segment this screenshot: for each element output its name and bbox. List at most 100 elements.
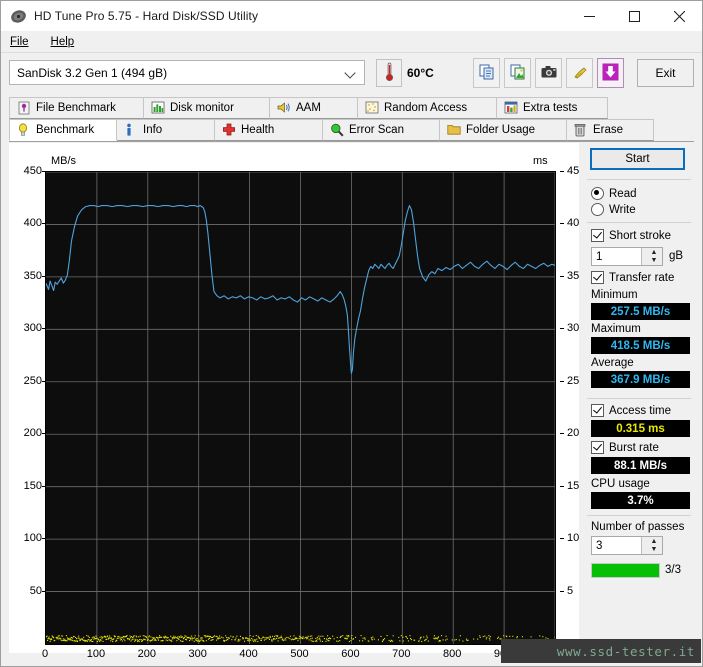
transfer-rate-checkbox [591, 271, 604, 284]
tab-random-access[interactable]: Random Access [357, 97, 497, 119]
copy-text-button[interactable] [473, 58, 500, 88]
radio-read[interactable]: Read [591, 187, 637, 200]
tab-disk-monitor-label: Disk monitor [170, 102, 234, 114]
x-tick-label: 600 [341, 648, 359, 660]
radio-write[interactable]: Write [591, 203, 636, 216]
menu-help[interactable]: Help [51, 36, 75, 48]
watermark: www.ssd-tester.it [501, 639, 701, 663]
spin-down-icon[interactable]: ▼ [646, 546, 662, 555]
temperature-value: 60°C [407, 66, 434, 80]
tab-erase-label: Erase [593, 124, 623, 136]
spin-up-icon[interactable]: ▲ [646, 537, 662, 546]
progress-text: 3/3 [665, 564, 681, 576]
hdtune-logo-icon [10, 8, 27, 25]
x-axis-ticks: 01002003004005006007008009001000mB [45, 648, 556, 664]
window-controls [567, 1, 702, 31]
exit-button[interactable]: Exit [637, 59, 694, 87]
clean-button[interactable] [566, 58, 593, 88]
tab-aam[interactable]: AAM [269, 97, 358, 119]
passes-stepper[interactable]: 3 ▲ ▼ [591, 536, 663, 555]
y2-tick-mark [560, 591, 564, 592]
tab-row-1: File Benchmark Disk monitor AAM Random A… [9, 97, 607, 119]
tab-folder-usage-label: Folder Usage [466, 124, 535, 136]
spin-up-icon[interactable]: ▲ [646, 248, 662, 257]
download-button[interactable] [597, 58, 624, 88]
x-tick-label: 0 [42, 648, 48, 660]
copy-image-button[interactable] [504, 58, 531, 88]
access-time-label: Access time [609, 405, 671, 417]
screenshot-button[interactable] [535, 58, 562, 88]
y2-tick-mark [560, 486, 564, 487]
y2-tick-mark [560, 538, 564, 539]
short-stroke-value: 1 [592, 251, 602, 263]
tab-erase[interactable]: Erase [566, 119, 654, 141]
hd-tune-window: HD Tune Pro 5.75 - Hard Disk/SSD Utility… [0, 0, 703, 667]
x-tick-label: 200 [138, 648, 156, 660]
y-tick-label: 150 [12, 480, 42, 492]
tab-error-scan[interactable]: Error Scan [322, 119, 440, 141]
x-tick-label: 400 [239, 648, 257, 660]
download-arrow-icon [602, 63, 619, 84]
y-tick-mark [42, 171, 46, 172]
close-button[interactable] [657, 1, 702, 31]
divider-2 [587, 222, 691, 223]
tab-extra-tests[interactable]: Extra tests [496, 97, 608, 119]
average-label: Average [591, 357, 634, 369]
y2-tick-mark [560, 328, 564, 329]
tab-benchmark-label: Benchmark [36, 124, 94, 136]
access-time-value: 0.315 ms [591, 420, 690, 437]
y-tick-label: 250 [12, 375, 42, 387]
start-button[interactable]: Start [590, 148, 685, 170]
tab-folder-usage[interactable]: Folder Usage [439, 119, 567, 141]
checkbox-access-time[interactable]: Access time [591, 404, 671, 417]
folder-icon [447, 123, 461, 137]
maximum-label: Maximum [591, 323, 641, 335]
exit-button-label: Exit [655, 66, 675, 80]
y-tick-label: 300 [12, 322, 42, 334]
drive-select[interactable]: SanDisk 3.2 Gen 1 (494 gB) [9, 60, 365, 85]
cpu-usage-label: CPU usage [591, 478, 650, 490]
y-tick-mark [42, 538, 46, 539]
minimize-button[interactable] [567, 1, 612, 31]
tab-info[interactable]: Info [116, 119, 215, 141]
tab-health-label: Health [241, 124, 274, 136]
short-stroke-spin-buttons[interactable]: ▲ ▼ [641, 248, 662, 265]
health-cross-icon [222, 123, 236, 137]
minimum-value: 257.5 MB/s [591, 303, 690, 320]
extra-tests-icon [504, 101, 518, 115]
tab-underline [9, 141, 694, 142]
maximize-button[interactable] [612, 1, 657, 31]
transfer-rate-curve [46, 172, 555, 644]
y-tick-mark [42, 486, 46, 487]
radio-write-label: Write [609, 204, 636, 216]
short-stroke-label: Short stroke [609, 230, 671, 242]
checkbox-transfer-rate[interactable]: Transfer rate [591, 271, 674, 284]
tab-health[interactable]: Health [214, 119, 323, 141]
y2-tick-mark [560, 433, 564, 434]
short-stroke-stepper[interactable]: 1 ▲ ▼ [591, 247, 663, 266]
radio-read-label: Read [609, 188, 637, 200]
tab-info-label: Info [143, 124, 162, 136]
menu-file[interactable]: File [10, 36, 29, 48]
tab-random-access-label: Random Access [384, 102, 467, 114]
divider-3 [587, 398, 691, 399]
checkbox-burst-rate[interactable]: Burst rate [591, 441, 659, 454]
y2-tick-mark [560, 223, 564, 224]
y2-axis-label: ms [533, 155, 548, 167]
tab-benchmark[interactable]: Benchmark [9, 119, 117, 141]
cpu-usage-value: 3.7% [591, 492, 690, 509]
tab-file-benchmark[interactable]: File Benchmark [9, 97, 144, 119]
burst-rate-label: Burst rate [609, 442, 659, 454]
watermark-text: www.ssd-tester.it [557, 644, 695, 659]
checkbox-short-stroke[interactable]: Short stroke [591, 229, 671, 242]
y-tick-mark [42, 223, 46, 224]
trash-icon [574, 123, 588, 137]
passes-spin-buttons[interactable]: ▲ ▼ [641, 537, 662, 554]
tab-disk-monitor[interactable]: Disk monitor [143, 97, 270, 119]
spin-down-icon[interactable]: ▼ [646, 257, 662, 266]
window-title: HD Tune Pro 5.75 - Hard Disk/SSD Utility [34, 9, 258, 23]
y2-tick-mark [560, 276, 564, 277]
magnifier-icon [330, 123, 344, 137]
toolbar: SanDisk 3.2 Gen 1 (494 gB) 60°C [1, 54, 702, 96]
title-bar: HD Tune Pro 5.75 - Hard Disk/SSD Utility [1, 1, 702, 31]
